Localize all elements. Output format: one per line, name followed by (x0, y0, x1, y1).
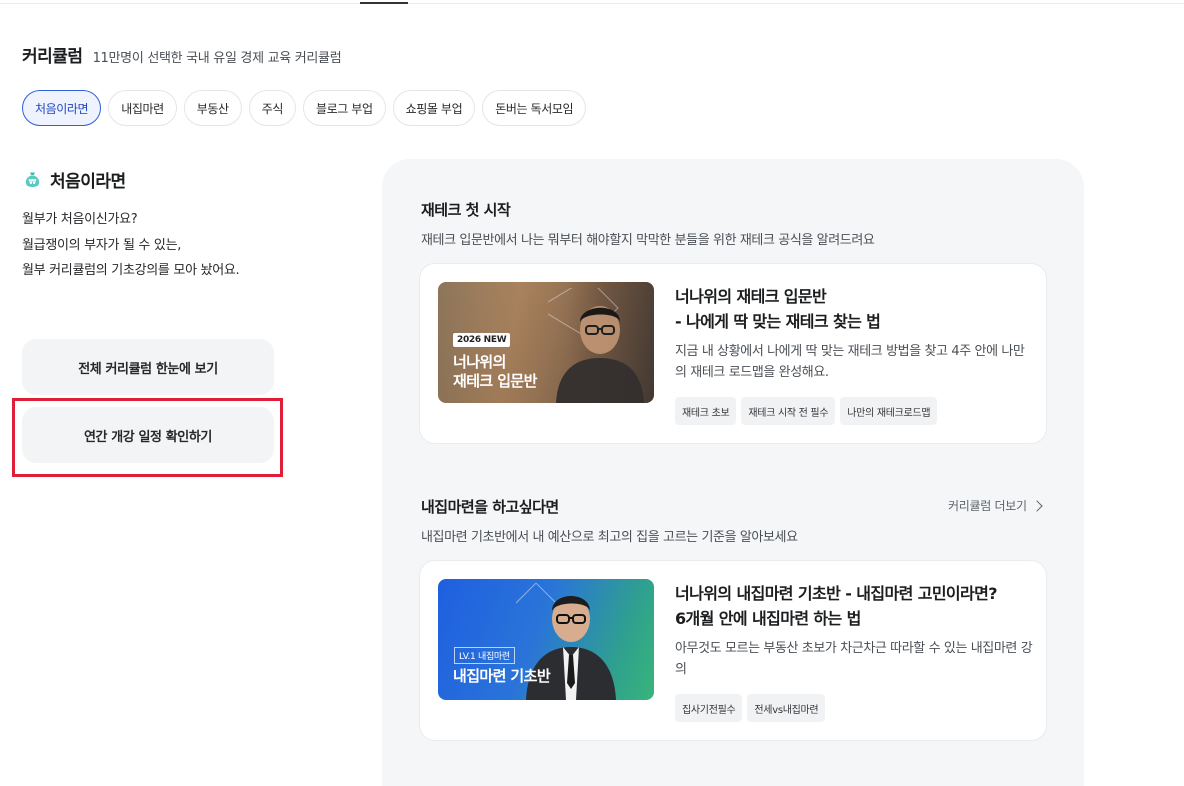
top-tab-divider (0, 3, 1184, 4)
thumbnail-badge: LV.1 내집마련 (454, 647, 515, 664)
course-title[interactable]: 너나위의 재테크 입문반 - 나에게 딱 맞는 재테크 찾는 법 (675, 284, 1035, 334)
course-title[interactable]: 너나위의 내집마련 기초반 - 내집마련 고민이라면? 6개월 안에 내집마련 … (675, 581, 1035, 631)
course-description: 아무것도 모르는 부동산 초보가 차근차근 따라할 수 있는 내집마련 강의 (675, 641, 1033, 677)
course-title-line: 너나위의 재테크 입문반 (675, 287, 827, 306)
thumbnail-title-line: 너나위의 (453, 353, 506, 371)
course-tags: 집사기전필수 전세vs내집마련 (675, 694, 826, 722)
chip-stocks[interactable]: 주식 (248, 90, 296, 126)
chip-beginner[interactable]: 처음이라면 (22, 90, 102, 126)
course-tag: 나만의 재테크로드맵 (840, 397, 938, 425)
highlight-annotation-box (12, 398, 283, 477)
page-title: 커리큘럼 (22, 47, 83, 67)
course-title-line: 너나위의 내집마련 기초반 - 내집마련 고민이라면? (675, 584, 998, 603)
left-desc-line: 월부 커리큘럼의 기초강의를 모아 놨어요. (22, 263, 240, 278)
chip-home-buying[interactable]: 내집마련 (108, 90, 177, 126)
thumbnail-title: 내집마련 기초반 (453, 667, 551, 686)
section-subtitle-finance-start: 재테크 입문반에서 나는 뭐부터 해야할지 막막한 분들을 위한 재테크 공식을… (421, 233, 875, 248)
svg-text:₩: ₩ (29, 178, 37, 186)
view-all-curriculum-button[interactable]: 전체 커리큘럼 한눈에 보기 (22, 339, 274, 395)
thumbnail-badge: 2026 NEW (453, 333, 511, 347)
section-subtitle-home-buying: 내집마련 기초반에서 내 예산으로 최고의 집을 고르는 기준을 알아보세요 (421, 530, 798, 545)
chip-blog-side-job[interactable]: 블로그 부업 (302, 90, 386, 126)
course-description: 지금 내 상황에서 나에게 딱 맞는 재테크 방법을 찾고 4주 안에 나만의 … (675, 344, 1025, 380)
left-description: 월부가 처음이신가요? 월급쟁이의 부자가 될 수 있는, 월부 커리큘럼의 기… (22, 207, 240, 284)
left-desc-line: 월부가 처음이신가요? (22, 212, 138, 227)
curriculum-more-link[interactable]: 커리큘럼 더보기 (948, 497, 1043, 514)
course-thumbnail: LV.1 내집마련 내집마련 기초반 (438, 579, 654, 700)
page-subtitle: 11만명이 선택한 국내 유일 경제 교육 커리큘럼 (92, 51, 342, 66)
chevron-right-icon (1031, 499, 1043, 512)
section-title-home-buying: 내집마련을 하고싶다면 (421, 498, 559, 516)
course-tag: 재테크 초보 (675, 397, 737, 425)
course-card-finance-intro[interactable]: 2026 NEW 너나위의 재테크 입문반 너나위의 재테크 입문반 - 나에게… (419, 263, 1047, 444)
course-tag: 집사기전필수 (675, 694, 743, 722)
thumbnail-title-line: 재테크 입문반 (453, 372, 537, 390)
curriculum-header: 커리큘럼 11만명이 선택한 국내 유일 경제 교육 커리큘럼 (22, 42, 342, 67)
thumbnail-title-line: 내집마련 기초반 (453, 667, 551, 685)
chip-shopping-mall-side-job[interactable]: 쇼핑몰 부업 (392, 90, 476, 126)
chip-real-estate[interactable]: 부동산 (183, 90, 242, 126)
left-title-label: 처음이라면 (50, 172, 126, 192)
course-tags: 재테크 초보 재테크 시작 전 필수 나만의 재테크로드맵 (675, 397, 938, 425)
chip-reading-club[interactable]: 돈버는 독서모임 (482, 90, 587, 126)
left-desc-line: 월급쟁이의 부자가 될 수 있는, (22, 237, 182, 253)
curriculum-more-label: 커리큘럼 더보기 (948, 499, 1027, 513)
section-title-finance-start: 재테크 첫 시작 (421, 201, 511, 219)
left-section-title: ₩ 처음이라면 (24, 167, 126, 192)
money-bag-icon: ₩ (24, 171, 41, 188)
top-tab-active-indicator (360, 2, 408, 4)
course-card-home-buying-basic[interactable]: LV.1 내집마련 내집마련 기초반 너나위의 내집마련 기초반 - 내집마련 … (419, 560, 1047, 741)
course-title-line: 6개월 안에 내집마련 하는 법 (675, 609, 861, 628)
thumbnail-title: 너나위의 재테크 입문반 (453, 353, 537, 391)
course-tag: 재테크 시작 전 필수 (741, 397, 836, 425)
course-thumbnail: 2026 NEW 너나위의 재테크 입문반 (438, 282, 654, 403)
category-chips: 처음이라면 내집마련 부동산 주식 블로그 부업 쇼핑몰 부업 돈버는 독서모임 (22, 90, 587, 126)
course-tag: 전세vs내집마련 (747, 694, 826, 722)
course-title-line: - 나에게 딱 맞는 재테크 찾는 법 (675, 312, 881, 331)
